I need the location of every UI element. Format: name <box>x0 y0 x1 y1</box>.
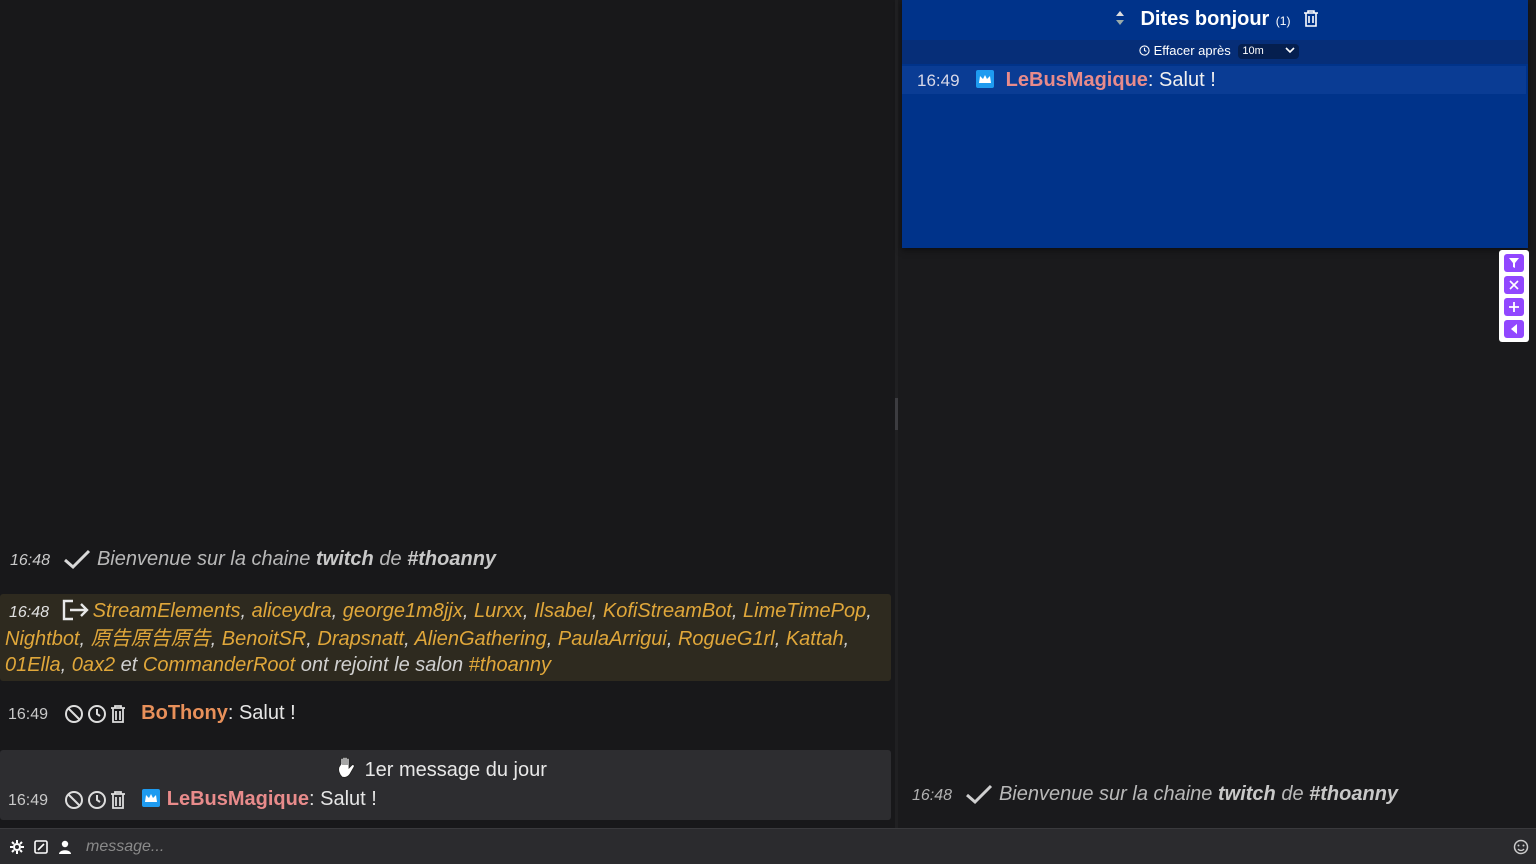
pane-tools <box>1499 250 1529 342</box>
plus-icon <box>1509 302 1519 312</box>
welcome-prefix: Bienvenue sur la chaine <box>96 548 316 570</box>
chat-message: 16:49 BoThony: Salut ! <box>8 702 296 724</box>
delete-icon[interactable] <box>110 704 130 724</box>
first-message-banner: 1er message du jour <box>335 756 547 782</box>
add-pane-button[interactable] <box>1504 298 1524 316</box>
filter-subheader: Effacer après 10m <box>902 40 1528 64</box>
close-icon <box>1509 280 1519 290</box>
filter-button[interactable] <box>1504 254 1524 272</box>
join-username[interactable]: 原告原告原告 <box>91 628 211 650</box>
filter-icon <box>1509 258 1519 268</box>
join-suffix: ont rejoint le salon <box>295 654 469 676</box>
chat-username[interactable]: BoThony <box>141 702 228 724</box>
left-chat-pane: 16:48 Bienvenue sur la chaine twitch de … <box>0 0 895 828</box>
join-username[interactable]: StreamElements <box>93 600 241 622</box>
join-username[interactable]: Nightbot <box>5 628 80 650</box>
join-channel[interactable]: #thoanny <box>469 654 551 676</box>
wave-hand-icon <box>338 756 355 778</box>
join-username[interactable]: george1m8jjx <box>343 600 463 622</box>
chat-username[interactable]: LeBusMagique <box>1006 69 1148 91</box>
welcome-message: 16:48 Bienvenue sur la chaine twitch de … <box>10 548 496 571</box>
chat-username[interactable]: LeBusMagique <box>167 788 309 810</box>
edit-icon[interactable] <box>33 839 49 860</box>
close-pane-button[interactable] <box>1504 276 1524 294</box>
join-username[interactable]: AlienGathering <box>414 628 546 650</box>
message-bar <box>0 828 1536 864</box>
welcome-mid: de <box>1275 783 1310 805</box>
welcome-channel: #thoanny <box>407 548 497 570</box>
join-username[interactable]: Drapsnatt <box>317 628 404 650</box>
join-username[interactable]: aliceydra <box>252 600 332 622</box>
join-notice: 16:48 StreamElements, aliceydra, george1… <box>0 594 891 681</box>
welcome-message: 16:48 Bienvenue sur la chaine twitch de … <box>912 783 1398 806</box>
crown-badge-icon <box>965 69 995 91</box>
chat-message: 16:49 LeBusMagique: Salut ! <box>8 788 377 810</box>
welcome-platform: twitch <box>1218 783 1276 805</box>
delete-icon[interactable] <box>110 790 130 810</box>
join-username[interactable]: 01Ella <box>5 654 61 676</box>
timeout-icon[interactable] <box>87 704 107 724</box>
join-username[interactable]: BenoitSR <box>222 628 307 650</box>
filter-title: Dites bonjour <box>1140 8 1270 30</box>
message-time: 16:49 <box>8 792 49 809</box>
trash-icon[interactable] <box>1295 10 1319 29</box>
clear-after-value: 10m <box>1242 45 1264 58</box>
chevron-down-icon <box>1267 45 1295 57</box>
emoji-icon[interactable] <box>1513 839 1529 860</box>
check-icon <box>63 549 90 570</box>
welcome-platform: twitch <box>316 548 374 570</box>
sort-icon[interactable] <box>1114 11 1126 29</box>
check-icon <box>965 784 992 805</box>
join-username[interactable]: Kattah <box>786 628 844 650</box>
ban-icon[interactable] <box>64 704 84 724</box>
enter-icon <box>62 599 89 621</box>
gear-icon[interactable] <box>9 839 25 860</box>
join-username[interactable]: RogueG1rl <box>678 628 775 650</box>
join-username[interactable]: KofiStreamBot <box>603 600 732 622</box>
clock-icon <box>1139 43 1150 58</box>
join-user-list: StreamElements, aliceydra, george1m8jjx,… <box>5 600 872 676</box>
message-time: 16:49 <box>8 706 49 723</box>
message-time: 16:48 <box>10 552 51 569</box>
chat-text: Salut ! <box>238 702 296 724</box>
welcome-prefix: Bienvenue sur la chaine <box>998 783 1218 805</box>
collapse-pane-button[interactable] <box>1504 320 1524 338</box>
message-time: 16:49 <box>917 71 960 90</box>
join-username[interactable]: 0ax2 <box>72 654 115 676</box>
clear-after-label: Effacer après <box>1153 43 1231 58</box>
timeout-icon[interactable] <box>87 790 107 810</box>
welcome-channel: #thoanny <box>1309 783 1399 805</box>
message-time: 16:48 <box>912 787 953 804</box>
user-icon[interactable] <box>57 839 73 860</box>
triangle-left-icon <box>1511 324 1517 334</box>
welcome-mid: de <box>373 548 408 570</box>
crown-badge-icon <box>141 788 161 810</box>
message-input[interactable] <box>84 835 1488 859</box>
chat-text: Salut ! <box>1159 69 1216 91</box>
join-username[interactable]: Lurxx <box>474 600 523 622</box>
first-message-block: 1er message du jour 16:49 LeBusMagique: … <box>0 750 891 820</box>
filter-header: Dites bonjour (1) <box>902 0 1528 40</box>
clear-after-select[interactable]: 10m <box>1238 44 1299 60</box>
join-username[interactable]: LimeTimePop <box>743 600 866 622</box>
join-username[interactable]: Ilsabel <box>534 600 592 622</box>
filter-panel: Dites bonjour (1) Effacer après 10m 16:4… <box>902 0 1528 248</box>
message-time: 16:48 <box>9 604 50 621</box>
join-username[interactable]: PaulaArrigui <box>558 628 667 650</box>
join-and: et <box>120 654 143 676</box>
ban-icon[interactable] <box>64 790 84 810</box>
join-username[interactable]: CommanderRoot <box>143 654 295 676</box>
filter-message: 16:49 LeBusMagique: Salut ! <box>902 66 1526 94</box>
filter-count: (1) <box>1275 14 1291 28</box>
chat-text: Salut ! <box>320 788 377 810</box>
first-message-label: 1er message du jour <box>364 759 547 781</box>
